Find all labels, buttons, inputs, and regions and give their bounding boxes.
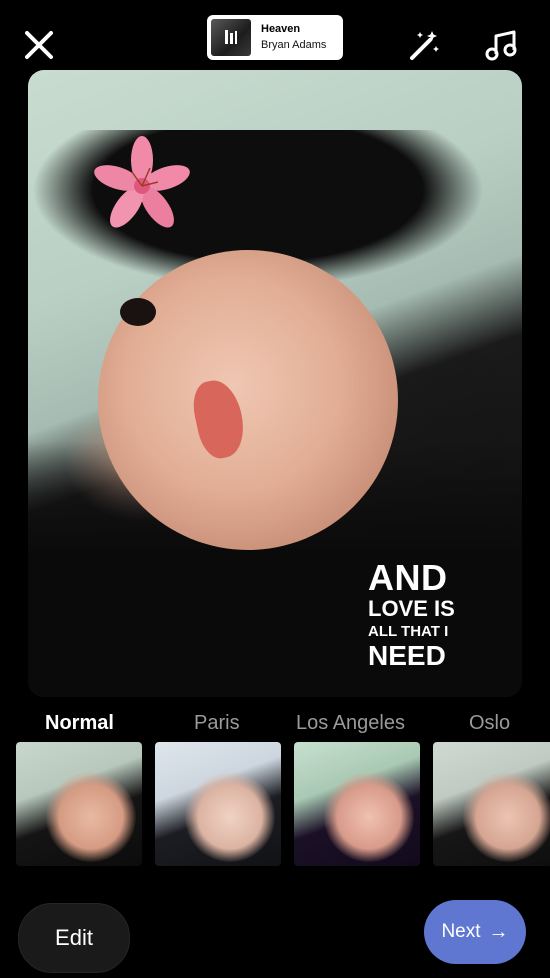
next-button[interactable]: Next → [424, 900, 526, 964]
caption-line-4: NEED [368, 640, 446, 671]
filter-label-paris[interactable]: Paris [194, 712, 240, 735]
filter-label-oslo[interactable]: Oslo [469, 712, 510, 735]
filter-label-normal[interactable]: Normal [45, 712, 114, 735]
photo-face-area [98, 250, 398, 550]
filter-thumb-oslo[interactable] [433, 742, 550, 866]
top-bar: Heaven Bryan Adams [0, 0, 550, 70]
filter-thumb-paris[interactable] [155, 742, 281, 866]
flower-sticker[interactable] [92, 136, 192, 236]
next-button-label: Next [441, 921, 481, 942]
song-artist: Bryan Adams [261, 39, 327, 51]
filter-thumb-los-angeles[interactable] [294, 742, 420, 866]
caption-line-2: LOVE IS [368, 596, 455, 621]
filter-thumbnail-row [0, 742, 550, 866]
close-icon[interactable] [22, 28, 56, 62]
edit-button-label: Edit [55, 925, 93, 950]
song-title: Heaven [261, 23, 301, 35]
album-art-icon [211, 19, 251, 56]
filter-label-los-angeles[interactable]: Los Angeles [296, 712, 405, 735]
photo-eye [120, 298, 156, 326]
arrow-right-icon: → [488, 920, 509, 943]
magic-wand-icon[interactable] [408, 28, 442, 62]
photo-preview[interactable]: AND LOVE IS ALL THAT I NEED [28, 70, 522, 697]
caption-line-1: AND [368, 557, 448, 598]
music-track-pill[interactable]: Heaven Bryan Adams [207, 15, 343, 60]
edit-button[interactable]: Edit [18, 903, 130, 973]
text-sticker[interactable]: AND LOVE IS ALL THAT I NEED [368, 560, 455, 670]
filter-label-row: Normal Paris Los Angeles Oslo [0, 710, 550, 738]
filter-thumb-normal[interactable] [16, 742, 142, 866]
music-note-icon[interactable] [484, 28, 518, 62]
caption-line-3: ALL THAT I [368, 623, 449, 640]
